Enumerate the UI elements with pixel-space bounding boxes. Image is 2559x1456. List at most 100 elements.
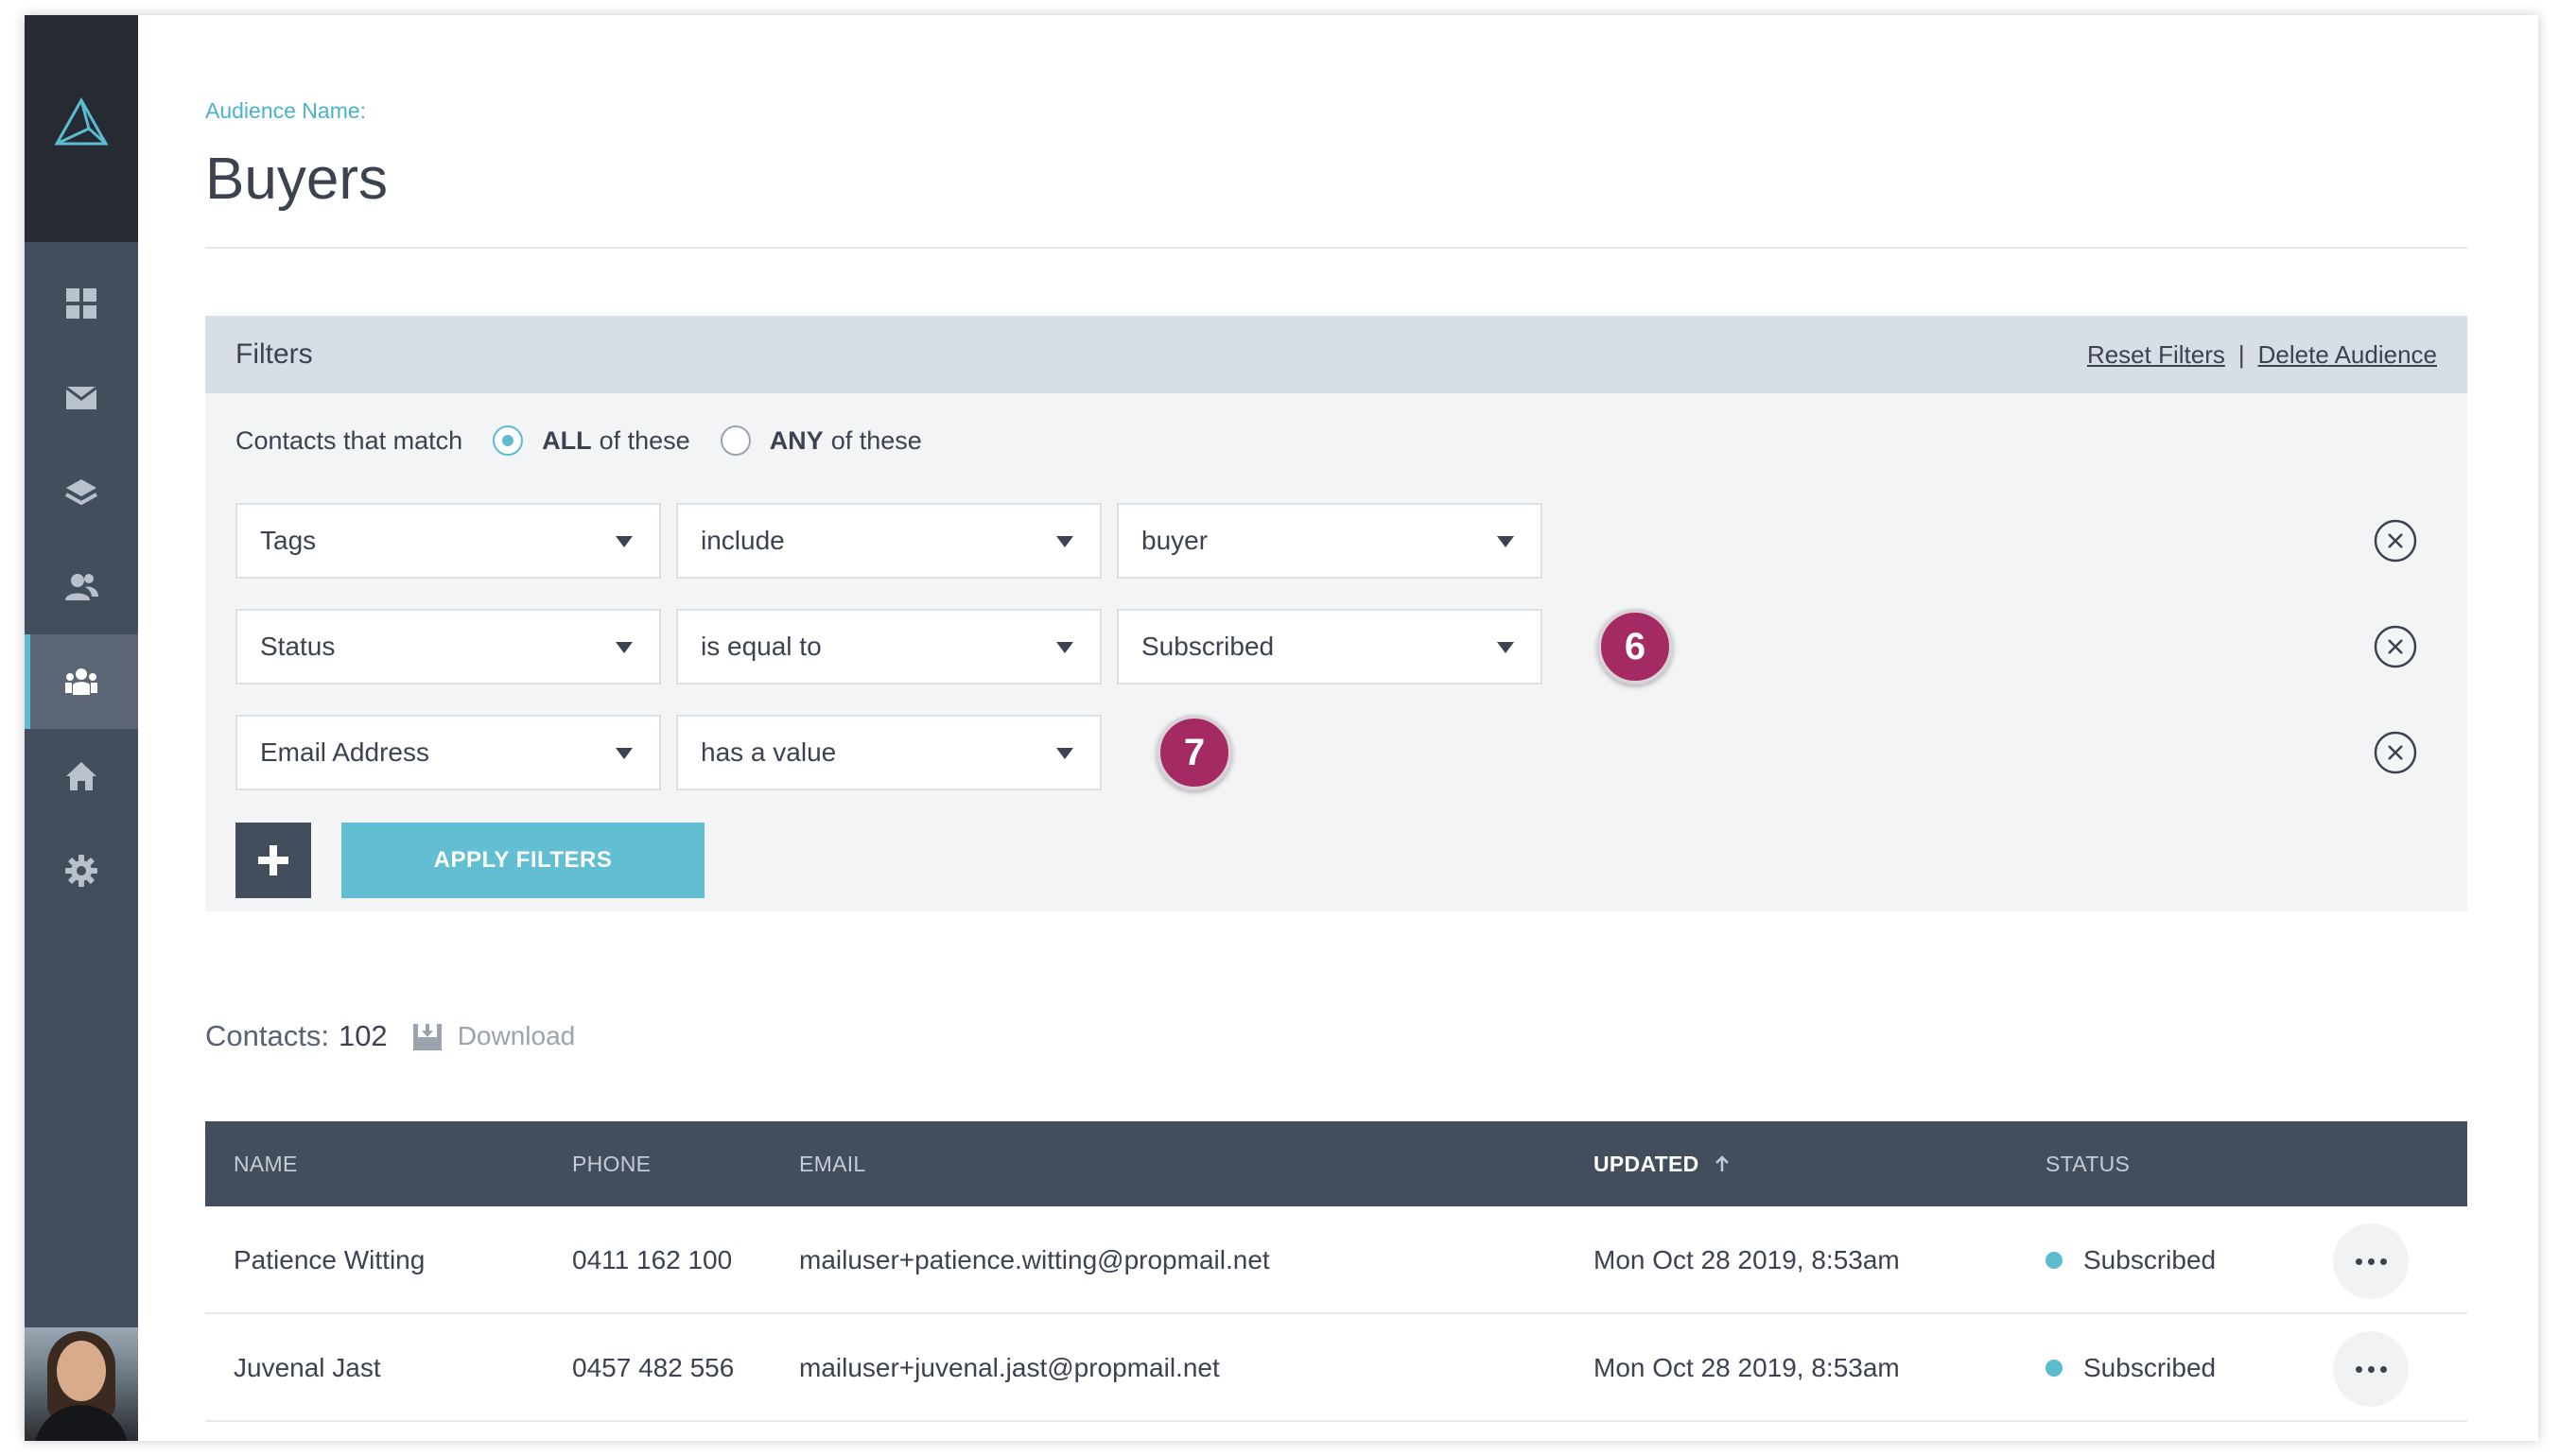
sidebar-item-dashboard[interactable] xyxy=(25,256,138,351)
column-header-updated-label: UPDATED xyxy=(1593,1151,1699,1176)
select-value: Email Address xyxy=(260,737,429,767)
step-badge-7: 7 xyxy=(1157,715,1232,790)
caret-down-icon xyxy=(1056,536,1073,547)
match-any-text: of these xyxy=(830,425,922,455)
filters-actions: Reset Filters | Delete Audience xyxy=(2087,340,2437,370)
filter-operator-select[interactable]: is equal to xyxy=(676,609,1102,685)
close-circle-icon[interactable] xyxy=(2373,624,2418,669)
layers-icon xyxy=(65,479,97,506)
filters-panel: Filters Reset Filters | Delete Audience … xyxy=(205,316,2467,911)
status-text: Subscribed xyxy=(2083,1353,2217,1382)
column-header-updated[interactable]: UPDATED xyxy=(1593,1121,1732,1206)
contacts-label: Contacts: xyxy=(205,1019,329,1052)
match-all-radio[interactable] xyxy=(493,425,524,456)
delete-audience-link[interactable]: Delete Audience xyxy=(2258,340,2437,370)
select-value: Subscribed xyxy=(1141,632,1275,661)
dashboard-icon xyxy=(66,288,96,319)
status-dot xyxy=(2045,1360,2063,1377)
filter-value-select[interactable]: Subscribed xyxy=(1117,609,1542,685)
filter-operator-select[interactable]: has a value xyxy=(676,715,1102,790)
arrow-up-icon xyxy=(1715,1155,1729,1171)
cell-email: mailuser+patience.witting@propmail.net xyxy=(799,1245,1270,1274)
triangle-logo-icon[interactable] xyxy=(53,96,110,149)
close-circle-icon[interactable] xyxy=(2373,518,2418,563)
match-mode-row: Contacts that match ALL of these ANY of … xyxy=(235,425,952,456)
step-badge-6: 6 xyxy=(1597,609,1673,685)
filter-value-select[interactable]: buyer xyxy=(1117,503,1542,579)
main-content: Audience Name: Buyers Filters Reset Filt… xyxy=(205,15,2467,1441)
cell-phone: 0411 162 100 xyxy=(572,1245,733,1274)
match-any-option[interactable]: ANY of these xyxy=(720,425,922,456)
filter-field-select[interactable]: Status xyxy=(235,609,661,685)
row-actions-button[interactable] xyxy=(2333,1331,2409,1407)
sidebar-item-mail[interactable] xyxy=(25,351,138,445)
caret-down-icon xyxy=(1497,642,1514,653)
sidebar-item-settings[interactable] xyxy=(25,823,138,918)
select-value: is equal to xyxy=(701,632,822,661)
audiences-icon xyxy=(65,668,97,695)
column-header-status[interactable]: STATUS xyxy=(2045,1121,2130,1206)
contacts-count: 102 xyxy=(338,1019,388,1052)
close-circle-icon[interactable] xyxy=(2373,730,2418,775)
filter-field-select[interactable]: Email Address xyxy=(235,715,661,790)
status-dot xyxy=(2045,1252,2063,1269)
reset-filters-link[interactable]: Reset Filters xyxy=(2087,340,2225,370)
more-dots-icon xyxy=(2355,1365,2362,1373)
table-row[interactable]: Juvenal Jast 0457 482 556 mailuser+juven… xyxy=(205,1314,2467,1422)
match-any-bold: ANY xyxy=(769,425,824,455)
caret-down-icon xyxy=(1056,642,1073,653)
cell-updated: Mon Oct 28 2019, 8:53am xyxy=(1593,1353,1900,1382)
apply-filters-button[interactable]: APPLY FILTERS xyxy=(341,823,705,898)
column-header-phone[interactable]: PHONE xyxy=(572,1121,651,1206)
match-all-option[interactable]: ALL of these xyxy=(493,425,690,456)
cell-updated: Mon Oct 28 2019, 8:53am xyxy=(1593,1245,1900,1274)
filter-field-select[interactable]: Tags xyxy=(235,503,661,579)
cell-email: mailuser+juvenal.jast@propmail.net xyxy=(799,1353,1220,1382)
cell-name: Juvenal Jast xyxy=(234,1353,381,1382)
cell-phone: 0457 482 556 xyxy=(572,1353,735,1382)
row-actions-button[interactable] xyxy=(2333,1223,2409,1299)
actions-separator: | xyxy=(2237,340,2245,369)
sidebar-item-contacts[interactable] xyxy=(25,540,138,634)
match-any-radio[interactable] xyxy=(720,425,751,456)
column-header-email[interactable]: EMAIL xyxy=(799,1121,866,1206)
sidebar-item-home[interactable] xyxy=(25,729,138,823)
caret-down-icon xyxy=(1497,536,1514,547)
sidebar-item-audiences[interactable] xyxy=(25,634,138,729)
match-all-text: of these xyxy=(599,425,690,455)
select-value: include xyxy=(701,526,785,555)
table-row[interactable]: Patience Witting 0411 162 100 mailuser+p… xyxy=(205,1206,2467,1314)
cell-name: Patience Witting xyxy=(234,1245,426,1274)
sidebar-header xyxy=(25,15,138,242)
app-window: Audience Name: Buyers Filters Reset Filt… xyxy=(25,15,2538,1441)
filters-header: Filters Reset Filters | Delete Audience xyxy=(205,316,2467,393)
add-filter-button[interactable] xyxy=(235,823,311,898)
caret-down-icon xyxy=(616,642,633,653)
download-icon[interactable] xyxy=(410,1019,444,1053)
sidebar-item-layers[interactable] xyxy=(25,445,138,540)
select-value: Tags xyxy=(260,526,317,555)
table-row[interactable] xyxy=(205,1422,2467,1441)
select-value: buyer xyxy=(1141,526,1209,555)
contacts-table: NAME PHONE EMAIL UPDATED STATUS Patience… xyxy=(205,1121,2467,1441)
page-title: Buyers xyxy=(205,147,388,212)
status-text: Subscribed xyxy=(2083,1245,2217,1274)
download-link[interactable]: Download xyxy=(458,1021,576,1051)
select-value: Status xyxy=(260,632,336,661)
column-header-name[interactable]: NAME xyxy=(234,1121,298,1206)
sidebar xyxy=(25,15,138,1441)
home-icon xyxy=(66,762,96,790)
caret-down-icon xyxy=(616,536,633,547)
caret-down-icon xyxy=(1056,748,1073,759)
mail-icon xyxy=(65,386,97,409)
filter-operator-select[interactable]: include xyxy=(676,503,1102,579)
user-avatar[interactable] xyxy=(25,1327,138,1441)
select-value: has a value xyxy=(701,737,837,767)
contacts-icon xyxy=(65,574,98,600)
audience-name-label: Audience Name: xyxy=(205,98,367,123)
cell-status: Subscribed xyxy=(2045,1206,2216,1314)
contacts-summary: Contacts: 102 Download xyxy=(205,1019,575,1053)
filters-title: Filters xyxy=(235,338,313,370)
match-all-bold: ALL xyxy=(542,425,592,455)
match-label: Contacts that match xyxy=(235,425,463,455)
